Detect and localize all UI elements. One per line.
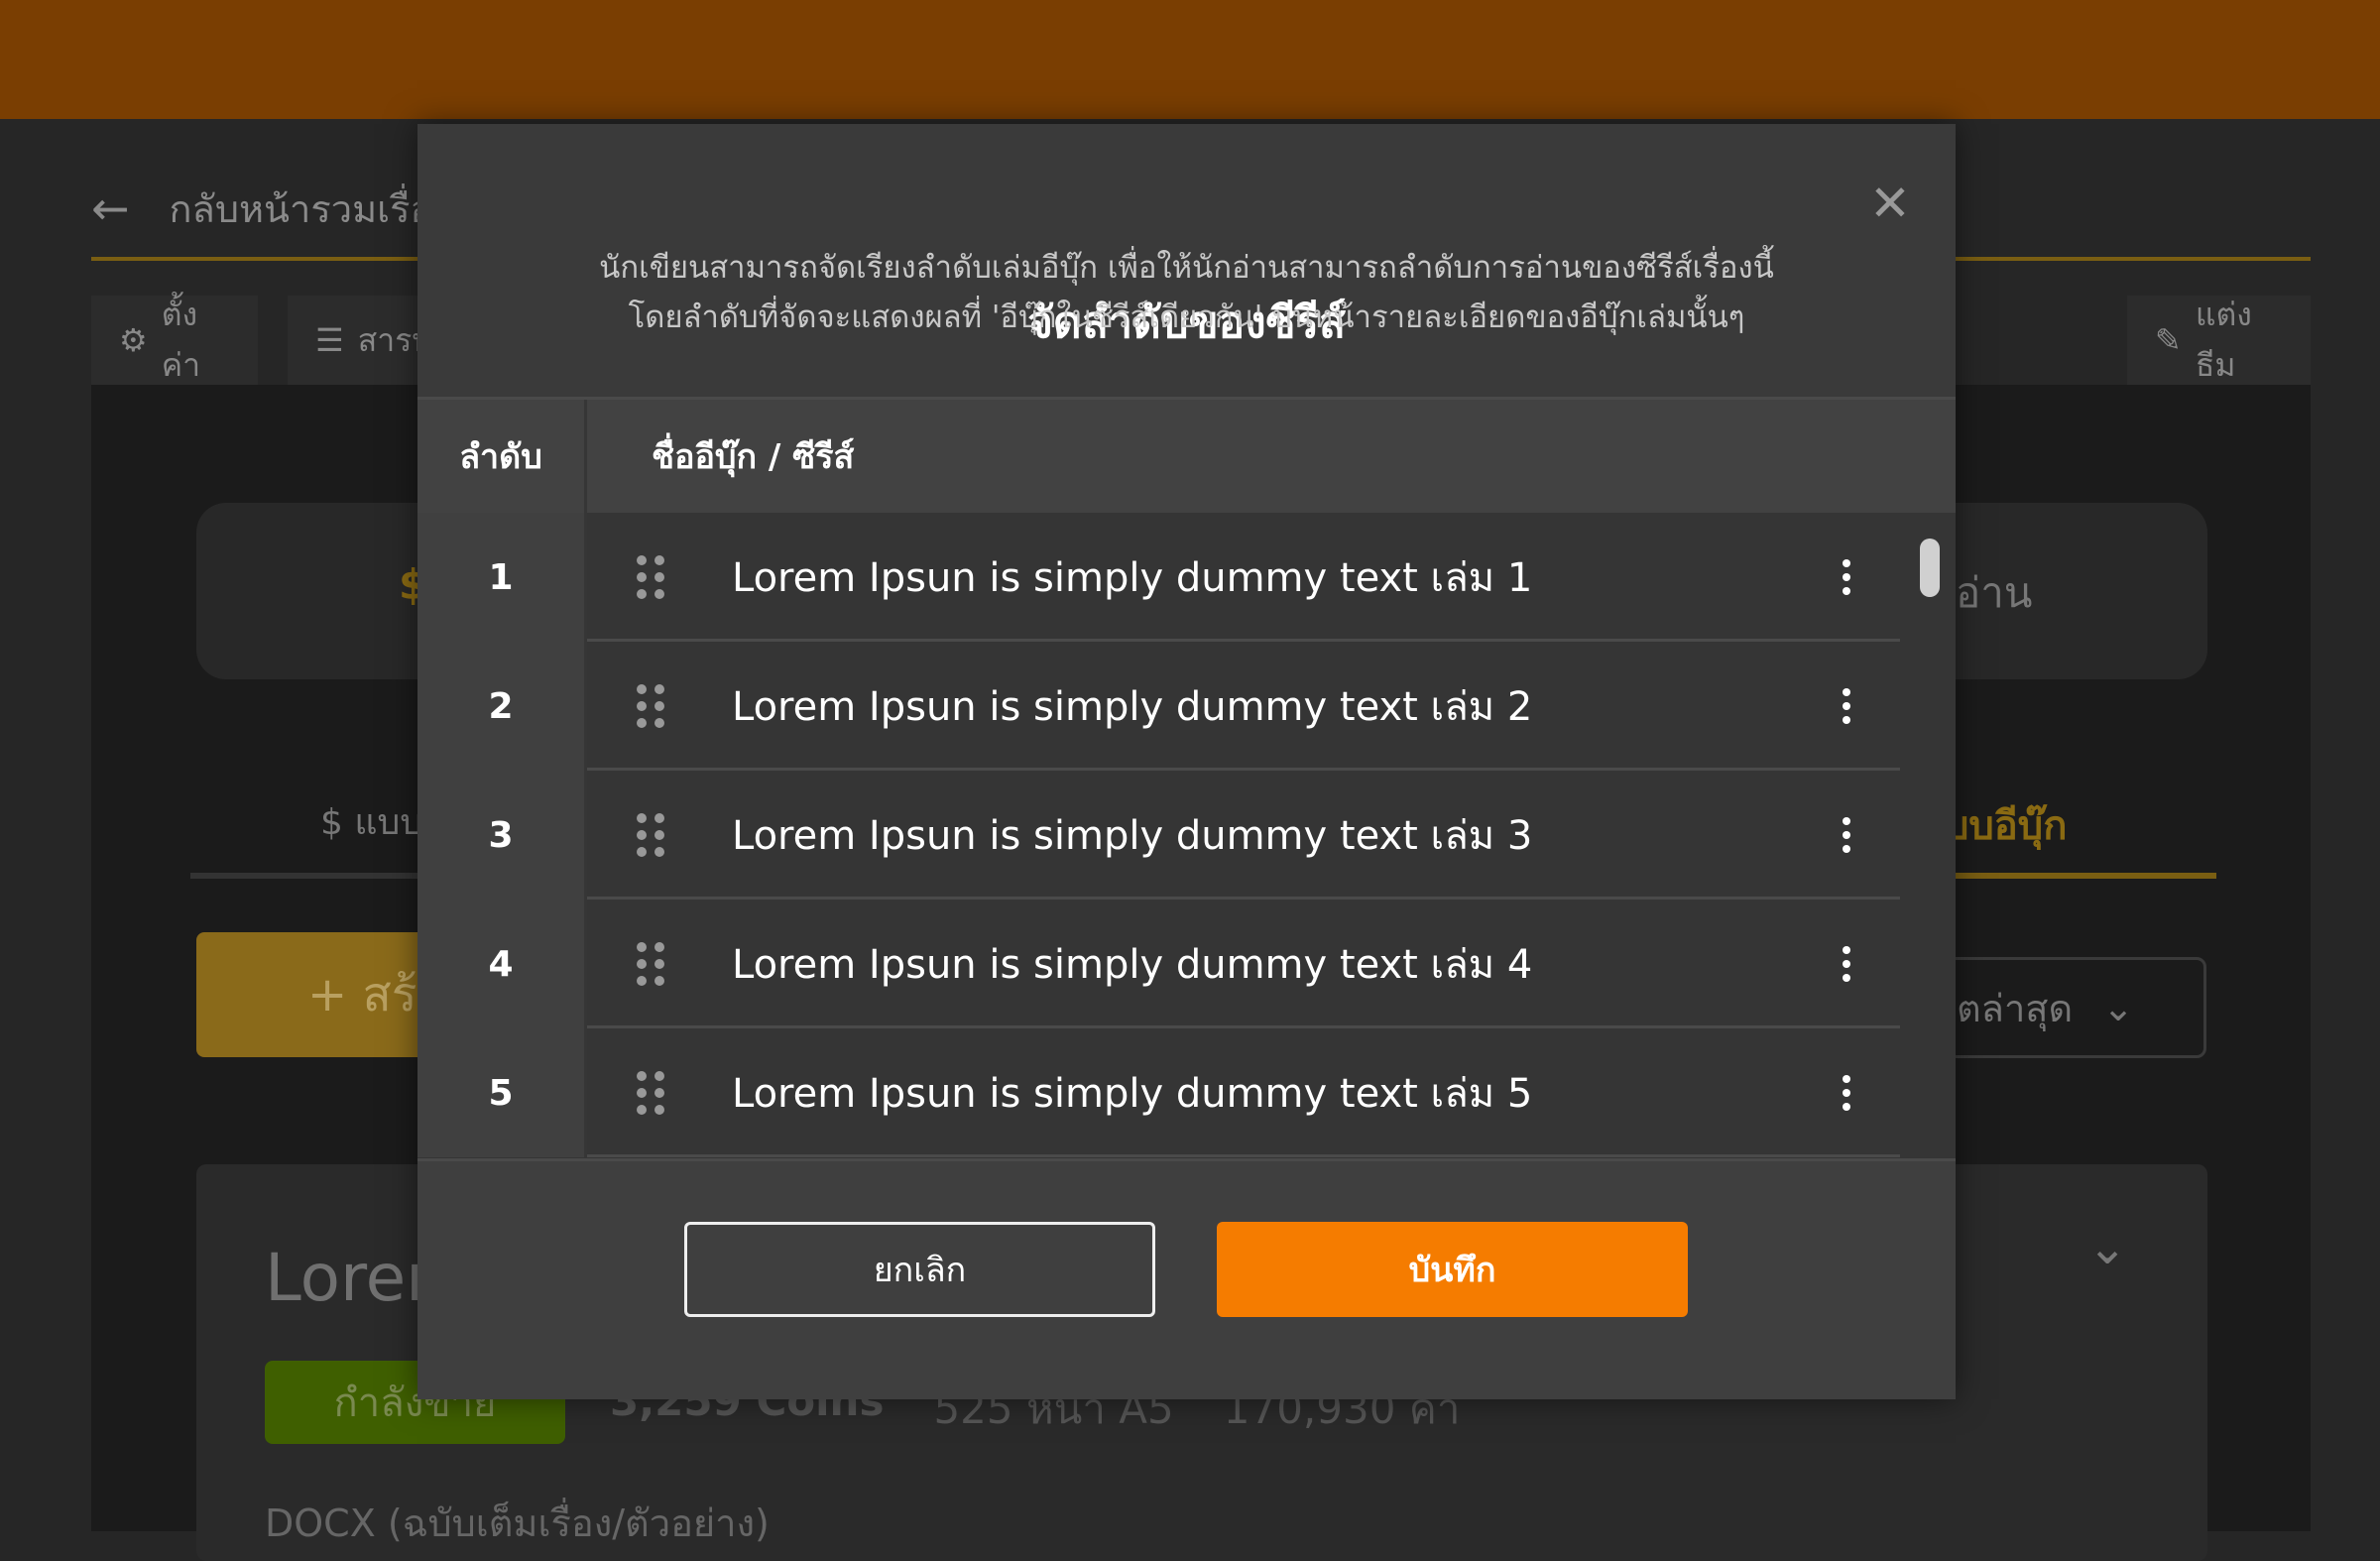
table-header: ลำดับ ชื่ออีบุ๊ก / ซีรีส์ <box>417 397 1956 513</box>
arrow-left-icon: ← <box>91 181 130 235</box>
file-format: DOCX (ฉบับเต็มเรื่อง/ตัวอย่าง) <box>265 1501 770 1545</box>
table-row[interactable]: 3 Lorem Ipsun is simply dummy text เล่ม 3 <box>417 771 1956 900</box>
close-icon[interactable]: ✕ <box>1850 164 1930 243</box>
table-row[interactable]: 1 Lorem Ipsun is simply dummy text เล่ม 1 <box>417 513 1956 642</box>
cancel-button[interactable]: ยกเลิก <box>684 1222 1155 1317</box>
subtab-ebook[interactable]: บบอีบุ๊ก <box>1944 793 2067 857</box>
more-vertical-icon[interactable] <box>1827 934 1866 994</box>
tab-theme[interactable]: ✎ แต่งธีม <box>2127 296 2311 385</box>
list-ordered-icon: ☰ <box>315 321 344 359</box>
chevron-down-icon[interactable]: ⌄ <box>2087 1220 2127 1275</box>
pencil-icon: ✎ <box>2155 321 2182 359</box>
more-vertical-icon[interactable] <box>1827 1063 1866 1123</box>
column-title: ชื่ออีบุ๊ก / ซีรีส์ <box>652 437 855 477</box>
subtab-left[interactable]: $ แบบ <box>320 793 422 850</box>
back-link[interactable]: ← กลับหน้ารวมเรื่อ <box>91 179 432 238</box>
drag-handle-icon[interactable] <box>637 684 666 728</box>
gear-icon: ⚙ <box>119 321 148 359</box>
more-vertical-icon[interactable] <box>1827 676 1866 736</box>
scrollbar-thumb[interactable] <box>1920 539 1940 597</box>
more-vertical-icon[interactable] <box>1827 547 1866 607</box>
active-subtab-underline <box>1944 873 2216 879</box>
table-row[interactable]: 2 Lorem Ipsun is simply dummy text เล่ม 2 <box>417 642 1956 771</box>
drag-handle-icon[interactable] <box>637 1071 666 1115</box>
tab-settings[interactable]: ⚙ ตั้งค่า <box>91 296 258 385</box>
column-order: ลำดับ <box>417 400 587 513</box>
table-row[interactable]: 5 Lorem Ipsun is simply dummy text เล่ม 5 <box>417 1028 1956 1157</box>
top-bar <box>0 0 2380 119</box>
drag-handle-icon[interactable] <box>637 555 666 599</box>
modal-footer <box>417 1158 1956 1399</box>
series-order-modal: จัดลำดับของซีรีส์ ✕ นักเขียนสามารถจัดเรี… <box>417 124 1956 1399</box>
subtab-underline <box>190 873 428 879</box>
read-fragment: อ่าน <box>1956 568 2033 617</box>
order-list: 1 Lorem Ipsun is simply dummy text เล่ม 1… <box>417 513 1956 1158</box>
chevron-down-icon: ⌄ <box>2102 986 2134 1029</box>
save-button[interactable]: บันทึก <box>1217 1222 1688 1317</box>
more-vertical-icon[interactable] <box>1827 805 1866 865</box>
table-row[interactable]: 4 Lorem Ipsun is simply dummy text เล่ม 4 <box>417 900 1956 1028</box>
modal-description: นักเขียนสามารถจัดเรียงลำดับเล่มอีบุ๊ก เพ… <box>599 250 1774 335</box>
drag-handle-icon[interactable] <box>637 942 666 986</box>
drag-handle-icon[interactable] <box>637 813 666 857</box>
